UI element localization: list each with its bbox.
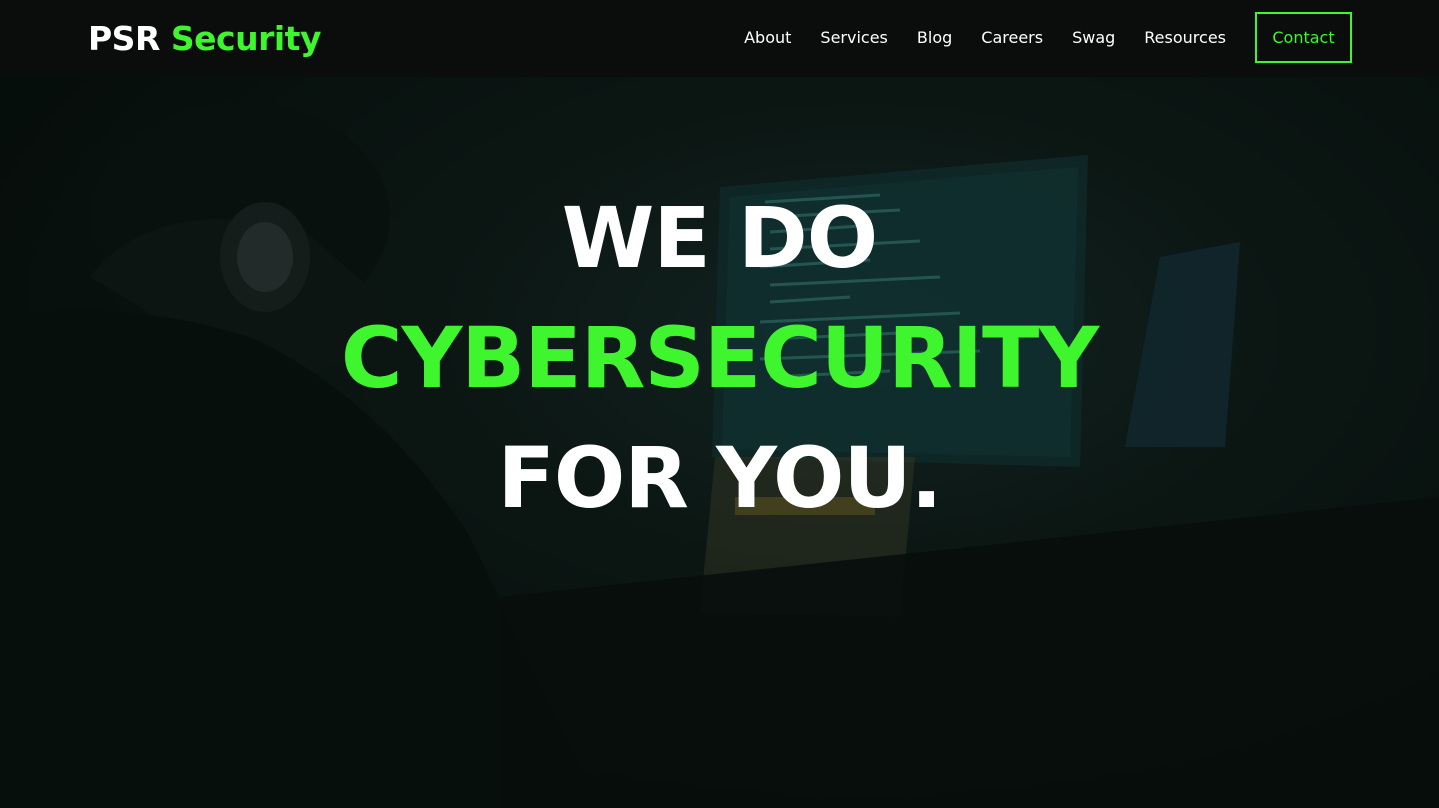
nav-link-careers[interactable]: Careers <box>981 28 1043 47</box>
main-nav: About Services Blog Careers Swag Resourc… <box>744 12 1352 63</box>
headline-line-2: CYBERSECURITY <box>340 309 1099 407</box>
nav-link-swag[interactable]: Swag <box>1072 28 1115 47</box>
brand-logo[interactable]: PSR Security <box>88 19 321 59</box>
headline-line-1: WE DO <box>561 189 878 287</box>
nav-link-services[interactable]: Services <box>820 28 887 47</box>
hero-headline: WE DO CYBERSECURITY FOR YOU. <box>0 178 1439 538</box>
nav-link-blog[interactable]: Blog <box>917 28 952 47</box>
nav-link-about[interactable]: About <box>744 28 791 47</box>
brand-name-part1: PSR <box>88 19 160 58</box>
top-navbar: PSR Security About Services Blog Careers… <box>0 0 1439 77</box>
nav-link-resources[interactable]: Resources <box>1144 28 1226 47</box>
headline-line-3: FOR YOU. <box>497 429 942 527</box>
contact-button[interactable]: Contact <box>1255 12 1352 63</box>
brand-name-part2: Security <box>170 19 322 58</box>
